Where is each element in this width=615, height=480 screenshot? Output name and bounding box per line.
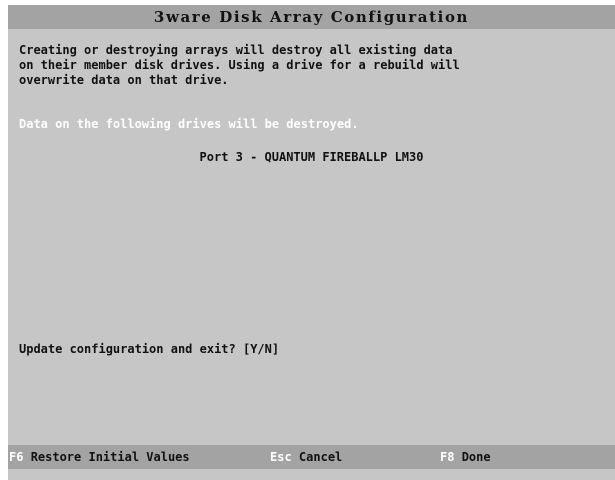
restore-initial-values-action[interactable]: F6 Restore Initial Values xyxy=(9,445,190,469)
drive-list-item: Port 3 - QUANTUM FIREBALLP LM30 xyxy=(199,150,424,164)
done-action[interactable]: F8 Done xyxy=(440,445,491,469)
esc-label: Cancel xyxy=(298,450,343,464)
bottom-strip xyxy=(8,469,615,480)
bios-screen: 3ware Disk Array Configuration Creating … xyxy=(8,5,615,480)
f6-key: F6 xyxy=(9,450,24,464)
page-title: 3ware Disk Array Configuration xyxy=(153,8,470,26)
warning-line-3: overwrite data on that drive. xyxy=(19,73,229,87)
f8-key: F8 xyxy=(440,450,455,464)
warning-message: Creating or destroying arrays will destr… xyxy=(19,43,609,88)
cancel-action[interactable]: Esc Cancel xyxy=(270,445,342,469)
f6-label: Restore Initial Values xyxy=(30,450,190,464)
warning-line-1: Creating or destroying arrays will destr… xyxy=(19,43,453,57)
title-bar: 3ware Disk Array Configuration xyxy=(8,5,615,29)
esc-key: Esc xyxy=(270,450,292,464)
f8-label: Done xyxy=(461,450,491,464)
warning-line-2: on their member disk drives. Using a dri… xyxy=(19,58,460,72)
function-key-bar: F6 Restore Initial Values Esc Cancel F8 … xyxy=(8,445,615,469)
confirm-prompt: Update configuration and exit? [Y/N] xyxy=(19,342,280,356)
destroy-notice: Data on the following drives will be des… xyxy=(19,117,359,131)
